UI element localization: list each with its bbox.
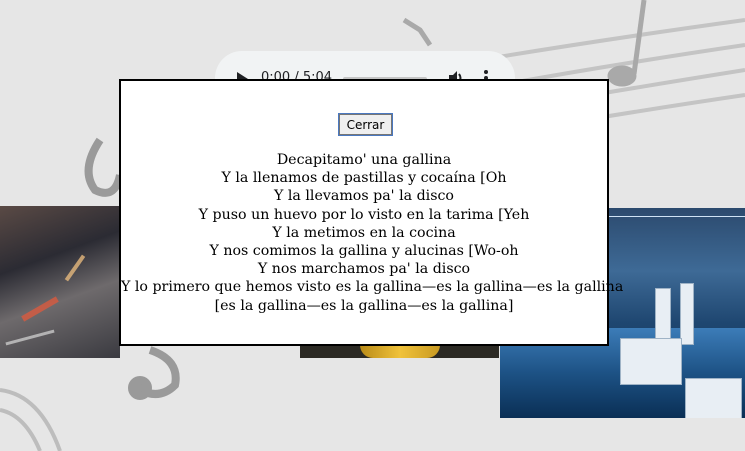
lyric-line: Decapitamo' una gallina: [276, 152, 452, 168]
lyric-line: Y nos marchamos pa' la disco: [257, 261, 471, 278]
lyric-line: Y lo primero que hemos visto es la galli…: [121, 279, 624, 296]
lyric-line: Y la metimos en la cocina: [272, 224, 456, 241]
lyrics-text: Decapitamo' una gallina Y la llenamos de…: [121, 151, 624, 315]
lyric-line: Y nos comimos la gallina y alucinas [Wo-…: [209, 243, 519, 260]
city-night-photo: [0, 206, 120, 358]
close-button[interactable]: Cerrar: [338, 113, 393, 136]
lyric-line: Y puso un huevo por lo visto en la tarim…: [198, 206, 530, 223]
center-photo: [300, 345, 499, 358]
lyric-line: Y la llevamos pa' la disco: [274, 188, 454, 205]
lyric-line: Y la llenamos de pastillas y cocaína [Oh: [221, 170, 507, 187]
lyric-line: [es la gallina—es la gallina—es la galli…: [214, 297, 514, 314]
lyrics-modal: Cerrar Decapitamo' una gallina Y la llen…: [119, 79, 624, 346]
